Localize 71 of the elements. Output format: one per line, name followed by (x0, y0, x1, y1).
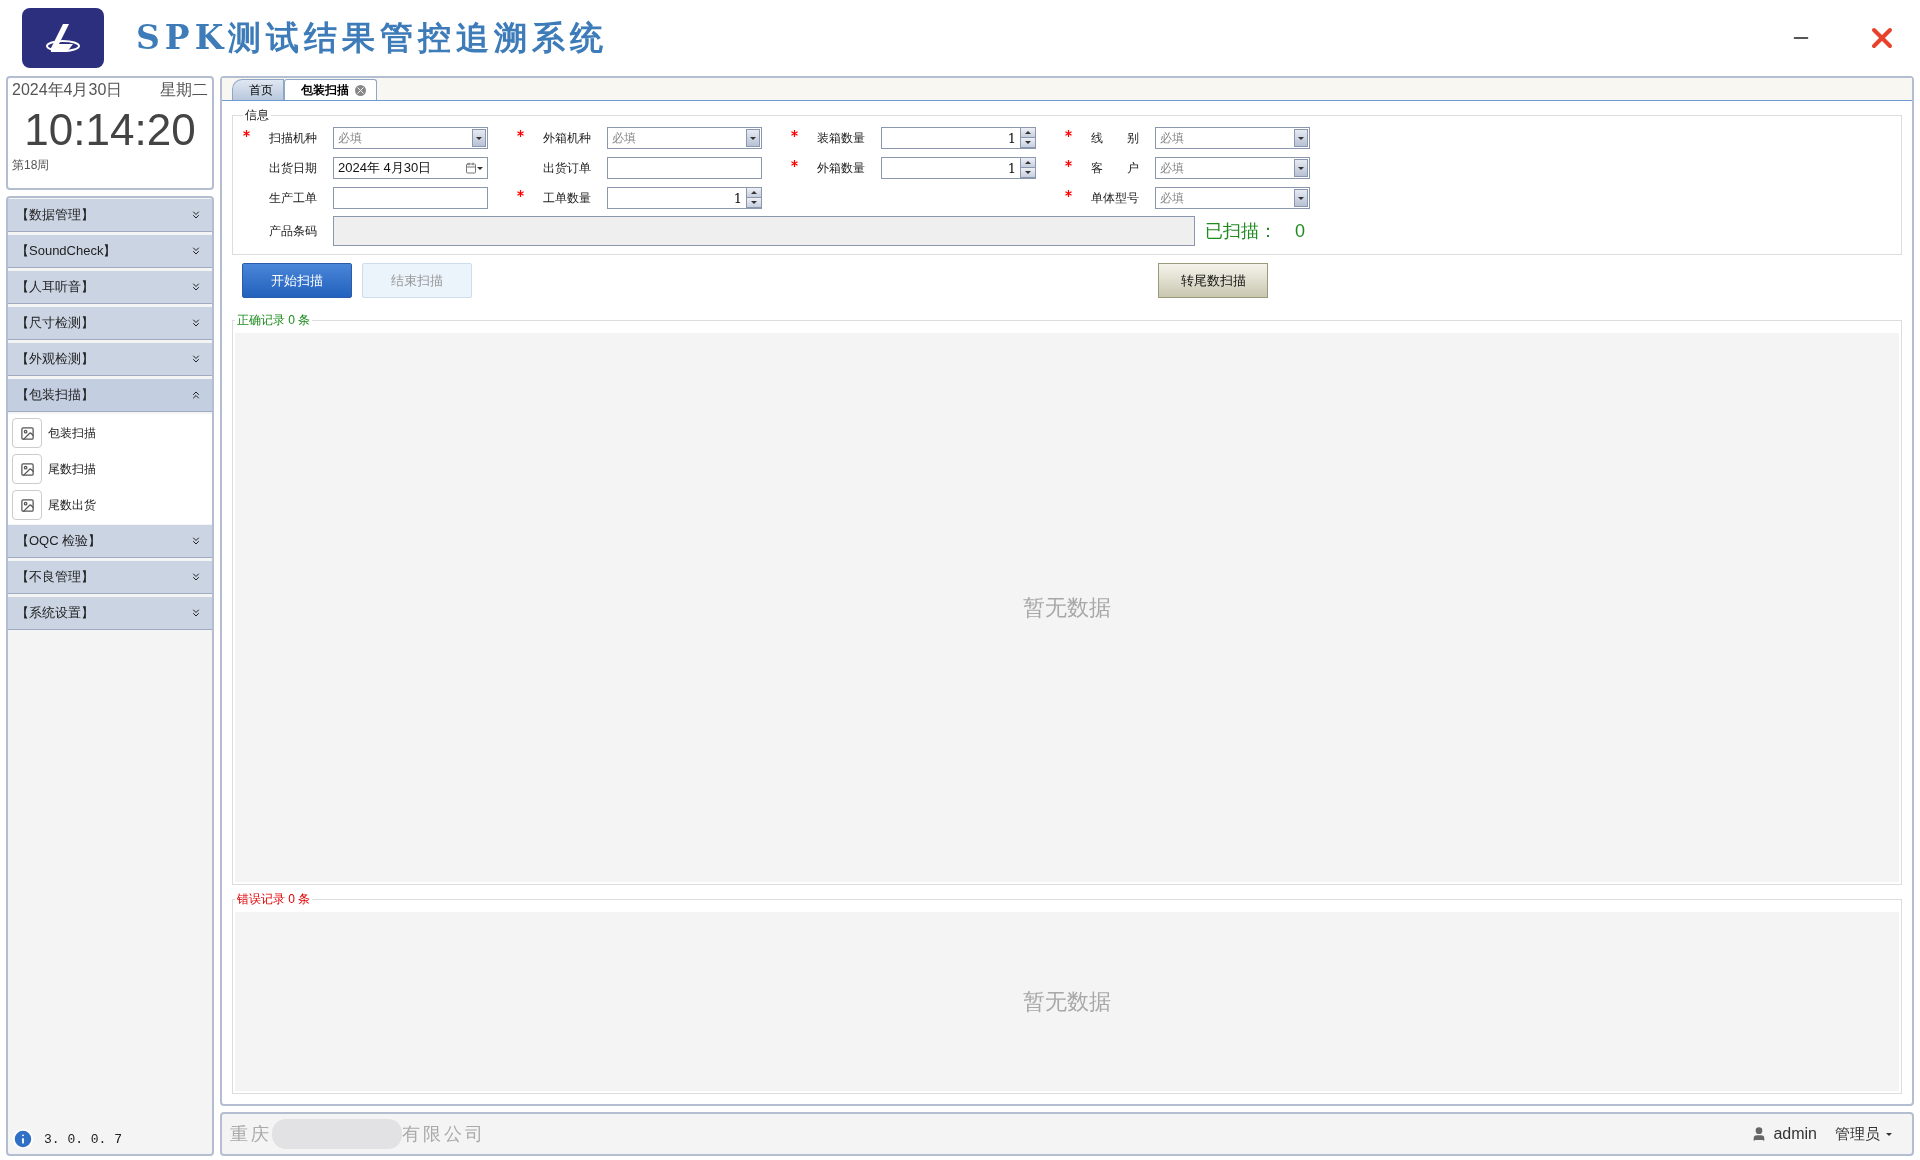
field-label: 出货订单 (542, 159, 592, 177)
field-label: 扫描机种 (268, 129, 318, 147)
menu-item[interactable]: 尾数扫描 (12, 454, 208, 484)
menu-group-header[interactable]: 【包装扫描】 (8, 379, 212, 412)
scanned-label: 已扫描： (1205, 220, 1277, 243)
image-icon (12, 490, 42, 520)
dropdown-field[interactable]: 必填 (1155, 127, 1310, 149)
tail-scan-button[interactable]: 转尾数扫描 (1158, 263, 1268, 298)
number-spinner[interactable]: 1 (607, 187, 762, 209)
scan-button[interactable]: 开始扫描 (242, 263, 352, 298)
menu-group-header[interactable]: 【SoundCheck】 (8, 235, 212, 268)
menu-group-header[interactable]: 【数据管理】 (8, 199, 212, 232)
scanned-count: 0 (1295, 220, 1305, 242)
expand-icon (190, 209, 202, 221)
text-input[interactable] (607, 157, 762, 179)
version-text: 3. 0. 0. 7 (44, 1131, 122, 1147)
role-dropdown[interactable]: 管理员 (1829, 1123, 1898, 1145)
menu-group-header[interactable]: 【人耳听音】 (8, 271, 212, 304)
calendar-icon[interactable] (465, 162, 477, 174)
tab[interactable]: 首页 (232, 79, 284, 100)
expand-icon (190, 353, 202, 365)
user-name: admin (1773, 1125, 1817, 1143)
empty-message: 暂无数据 (1023, 593, 1111, 622)
expand-icon (190, 571, 202, 583)
week-text: 第18周 (12, 157, 51, 174)
field-label: 外箱数量 (816, 159, 866, 177)
dropdown-field[interactable]: 必填 (333, 127, 488, 149)
field-label: 工单数量 (542, 189, 592, 207)
app-title: SPK测试结果管控追溯系统 (136, 16, 610, 59)
field-label: 单体型号 (1090, 189, 1140, 207)
expand-icon (190, 281, 202, 293)
menu-group-header[interactable]: 【不良管理】 (8, 561, 212, 594)
menu-group-header[interactable]: 【外观检测】 (8, 343, 212, 376)
company-name: 有限公司 (402, 1122, 486, 1146)
menu-group-header[interactable]: 【系统设置】 (8, 597, 212, 630)
field-label: 外箱机种 (542, 129, 592, 147)
menu-item[interactable]: 尾数出货 (12, 490, 208, 520)
menu-group-header[interactable]: 【尺寸检测】 (8, 307, 212, 340)
field-label: 客 户 (1090, 159, 1140, 177)
record-count-title: 错误记录 0 条 (236, 891, 312, 909)
time-text: 10:14:20 (24, 105, 196, 155)
field-label: 线 别 (1090, 129, 1140, 147)
dropdown-field[interactable]: 必填 (1155, 157, 1310, 179)
record-count-title: 正确记录 0 条 (236, 312, 312, 329)
expand-icon (190, 317, 202, 329)
expand-icon (190, 245, 202, 257)
expand-icon (190, 607, 202, 619)
text-input[interactable] (333, 187, 488, 209)
number-spinner[interactable]: 1 (881, 127, 1036, 149)
field-label: 装箱数量 (816, 129, 866, 147)
image-icon (12, 454, 42, 484)
panel-title: 信息 (244, 107, 270, 124)
field-label: 生产工单 (268, 189, 318, 207)
image-icon (12, 418, 42, 448)
field-label: 产品条码 (268, 222, 318, 240)
number-spinner[interactable]: 1 (881, 157, 1036, 179)
empty-message: 暂无数据 (1023, 987, 1111, 1016)
date-picker[interactable]: 2024年 4月30日 (333, 157, 488, 179)
collapse-icon (190, 389, 202, 401)
dropdown-field[interactable]: 必填 (1155, 187, 1310, 209)
tab[interactable]: 包装扫描 (284, 79, 377, 100)
menu-group-header[interactable]: 【OQC 检验】 (8, 525, 212, 558)
field-label: 出货日期 (268, 159, 318, 177)
weekday-text: 星期二 (160, 80, 208, 100)
company-name: 重庆 (230, 1122, 272, 1146)
close-icon[interactable] (355, 84, 366, 96)
expand-icon (190, 535, 202, 547)
dropdown-field[interactable]: 必填 (607, 127, 762, 149)
date-text: 2024年4月30日 (12, 80, 123, 100)
menu-item[interactable]: 包装扫描 (12, 418, 208, 448)
info-icon[interactable] (12, 1128, 34, 1150)
